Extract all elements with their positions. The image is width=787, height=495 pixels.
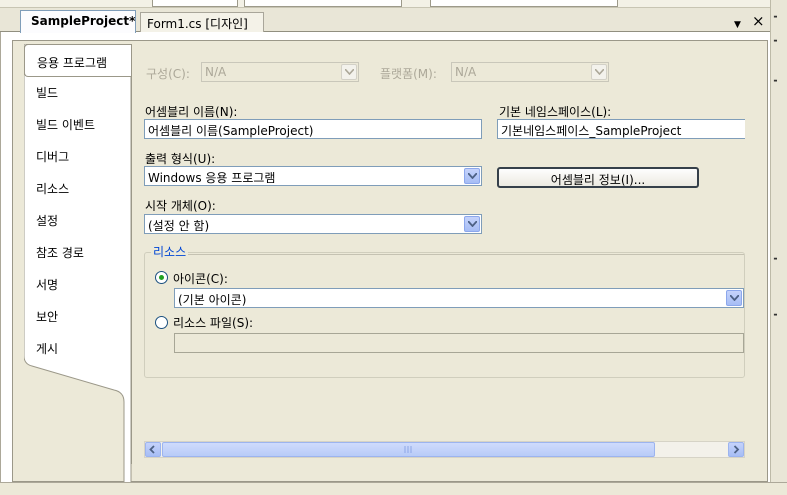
radio-selected-dot [159, 275, 164, 280]
assembly-info-button[interactable]: 어셈블리 정보(I)... [497, 167, 699, 188]
chevron-down-icon[interactable] [464, 168, 480, 184]
chevron-down-icon [341, 64, 357, 80]
tab-form1-designer[interactable]: Form1.cs [디자인] [140, 12, 264, 32]
tab-label: SampleProject* [31, 14, 136, 28]
startup-object-label: 시작 개체(O): [145, 199, 216, 213]
icon-label: 아이콘(C): [173, 272, 228, 286]
status-strip [0, 482, 787, 495]
nav-item-application[interactable]: 응용 프로그램 [24, 44, 131, 77]
platform-combo: N/A [451, 62, 609, 82]
resource-file-input [174, 333, 744, 353]
config-combo: N/A [201, 62, 359, 82]
startup-object-value: (설정 안 함) [148, 219, 210, 233]
nav-item-resources[interactable]: 리소스 [36, 180, 69, 197]
property-page-nav: 응용 프로그램 빌드 빌드 이벤트 디버그 리소스 설정 참조 경로 서명 보안… [24, 44, 132, 484]
toolbar-combo[interactable] [430, 0, 618, 7]
group-divider [184, 254, 744, 255]
nav-item-signing[interactable]: 서명 [36, 276, 58, 293]
icon-radio[interactable] [155, 271, 168, 284]
panel-grip-icon: ╸ [774, 12, 781, 23]
nav-item-label: 응용 프로그램 [37, 56, 108, 70]
resource-file-label: 리소스 파일(S): [173, 316, 254, 330]
config-label: 구성(C): [146, 67, 190, 81]
chevron-down-icon[interactable] [464, 216, 480, 232]
output-type-label: 출력 형식(U): [145, 152, 216, 166]
config-value: N/A [205, 65, 227, 79]
toolbar-combo[interactable] [244, 0, 402, 7]
nav-item-debug[interactable]: 디버그 [36, 148, 69, 165]
document-tab-strip: SampleProject* Form1.cs [디자인] ▼ × [0, 8, 770, 33]
startup-object-combo[interactable]: (설정 안 함) [144, 214, 482, 234]
side-panel-strip: ╸ ╸ ╸ ╸ ╸ [770, 0, 787, 495]
chevron-down-icon[interactable] [726, 290, 742, 306]
platform-label: 플랫폼(M): [380, 67, 437, 81]
resource-file-radio[interactable] [155, 316, 168, 329]
nav-item-reference-paths[interactable]: 참조 경로 [36, 244, 84, 261]
chevron-down-icon [591, 64, 607, 80]
panel-grip-icon: ╸ [774, 36, 781, 47]
scroll-left-button[interactable] [145, 442, 161, 457]
output-type-combo[interactable]: Windows 응용 프로그램 [144, 166, 482, 186]
panel-grip-icon: ╸ [774, 254, 781, 265]
assembly-name-input[interactable]: 어셈블리 이름(SampleProject) [144, 119, 482, 139]
close-icon[interactable]: × [752, 14, 765, 29]
namespace-label: 기본 네임스페이스(L): [499, 105, 612, 119]
nav-panel-shape [24, 44, 132, 484]
resources-group-title: 리소스 [151, 243, 189, 260]
toolbar-combo[interactable] [152, 0, 238, 7]
tab-label: Form1.cs [디자인] [147, 17, 248, 31]
nav-item-build-events[interactable]: 빌드 이벤트 [36, 116, 95, 133]
horizontal-scrollbar[interactable] [144, 441, 745, 458]
scroll-right-button[interactable] [728, 442, 744, 457]
toolbar-strip [0, 0, 787, 8]
default-namespace-input[interactable]: 기본네임스페이스_SampleProject [497, 119, 745, 139]
tab-sampleproject[interactable]: SampleProject* [20, 10, 136, 33]
chevron-down-icon[interactable]: ▼ [734, 20, 741, 30]
platform-value: N/A [455, 65, 477, 79]
nav-item-security[interactable]: 보안 [36, 308, 58, 325]
scrollbar-thumb[interactable] [162, 442, 655, 457]
nav-item-publish[interactable]: 게시 [36, 340, 58, 357]
nav-item-settings[interactable]: 설정 [36, 212, 58, 229]
output-type-value: Windows 응용 프로그램 [148, 171, 276, 185]
panel-grip-icon: ╸ [774, 310, 781, 321]
nav-item-build[interactable]: 빌드 [36, 84, 58, 101]
panel-grip-icon: ╸ [774, 76, 781, 87]
icon-combo[interactable]: (기본 아이콘) [174, 288, 744, 308]
assembly-name-label: 어셈블리 이름(N): [145, 105, 238, 119]
icon-value: (기본 아이콘) [178, 293, 247, 307]
